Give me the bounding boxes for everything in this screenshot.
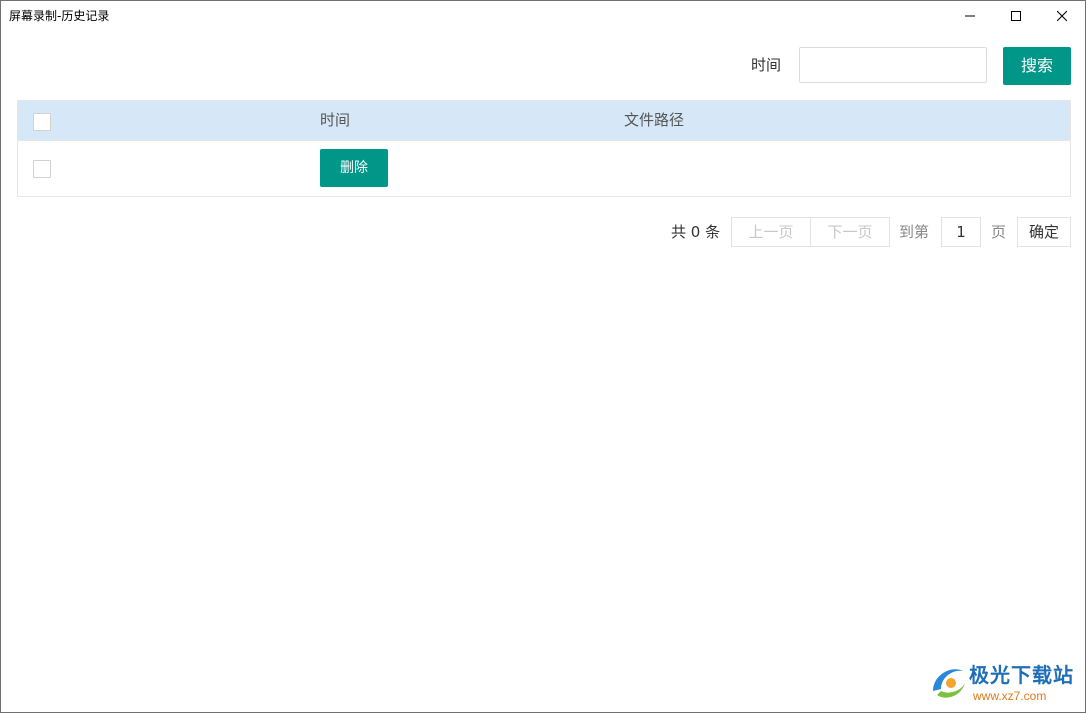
- column-header-time[interactable]: 时间: [320, 111, 350, 129]
- goto-page-label: 到第: [899, 223, 930, 241]
- watermark-url: www.xz7.com: [973, 689, 1047, 703]
- column-header-file-path[interactable]: 文件路径: [624, 111, 684, 129]
- title-bar[interactable]: 屏幕录制-历史记录: [1, 1, 1085, 31]
- prev-page-button[interactable]: 上一页: [731, 217, 811, 247]
- row-checkbox[interactable]: [33, 160, 51, 178]
- aurora-logo-icon: [933, 669, 965, 698]
- maximize-button[interactable]: [993, 1, 1039, 31]
- page-suffix-label: 页: [991, 223, 1007, 241]
- maximize-icon: [1011, 11, 1021, 21]
- table-header: 时间 文件路径: [18, 101, 1070, 140]
- page-number-input[interactable]: [941, 217, 981, 247]
- watermark-name: 极光下载站: [969, 663, 1074, 687]
- confirm-page-button[interactable]: 确定: [1017, 217, 1071, 247]
- search-button[interactable]: 搜索: [1003, 47, 1071, 85]
- close-button[interactable]: [1039, 1, 1085, 31]
- table-row: 删除: [18, 140, 1070, 196]
- app-window: 屏幕录制-历史记录 时间 搜索 时间 文件路径 删除 共 0 条 上一页 下一页…: [0, 0, 1086, 713]
- pager-total: 共 0 条: [671, 223, 721, 241]
- search-time-input[interactable]: [799, 47, 987, 83]
- history-table: 时间 文件路径 删除: [17, 100, 1071, 197]
- close-icon: [1057, 10, 1067, 22]
- minimize-button[interactable]: [947, 1, 993, 31]
- delete-button[interactable]: 删除: [320, 149, 388, 187]
- search-time-label: 时间: [751, 56, 782, 74]
- next-page-button[interactable]: 下一页: [810, 217, 890, 247]
- window-title: 屏幕录制-历史记录: [9, 9, 110, 23]
- select-all-checkbox[interactable]: [33, 113, 51, 131]
- watermark: 极光下载站 www.xz7.com: [927, 661, 1079, 707]
- minimize-icon: [965, 15, 975, 17]
